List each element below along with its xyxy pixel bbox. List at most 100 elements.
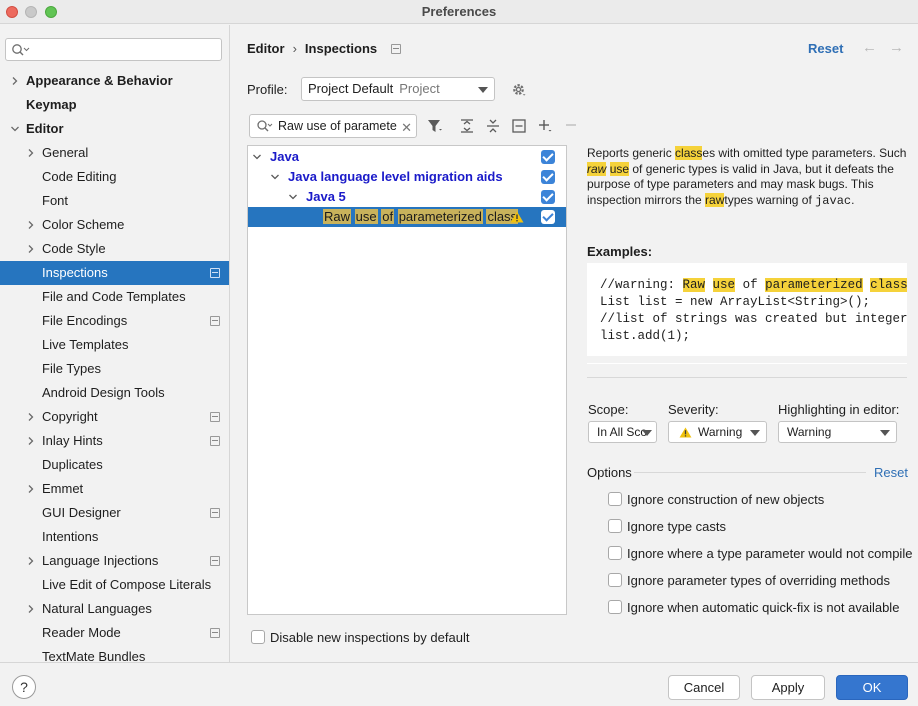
sidebar-item-file-encodings[interactable]: File Encodings: [0, 309, 229, 333]
reset-to-default-icon[interactable]: [511, 118, 527, 134]
breadcrumb-editor[interactable]: Editor: [247, 41, 285, 56]
chevron-right-icon[interactable]: [26, 556, 36, 566]
sidebar-item-natural-languages[interactable]: Natural Languages: [0, 597, 229, 621]
sidebar-item-label: Intentions: [42, 529, 99, 544]
profile-select[interactable]: Project Default Project: [301, 77, 495, 101]
sidebar-item-language-injections[interactable]: Language Injections: [0, 549, 229, 573]
sidebar-item-appearance-behavior[interactable]: Appearance & Behavior: [0, 69, 229, 93]
sidebar-item-label: Reader Mode: [42, 625, 121, 640]
clear-icon[interactable]: ✕: [401, 117, 412, 137]
sidebar-item-label: File Encodings: [42, 313, 128, 328]
breadcrumb: Editor › Inspections: [247, 41, 377, 56]
sidebar-item-gui-designer[interactable]: GUI Designer: [0, 501, 229, 525]
sidebar-item-code-editing[interactable]: Code Editing: [0, 165, 229, 189]
chevron-right-icon[interactable]: [10, 76, 20, 86]
sidebar-item-label: GUI Designer: [42, 505, 121, 520]
chevron-right-icon[interactable]: [26, 604, 36, 614]
sidebar-item-emmet[interactable]: Emmet: [0, 477, 229, 501]
add-icon[interactable]: [537, 118, 553, 134]
cancel-button[interactable]: Cancel: [668, 675, 740, 700]
severity-value: Warning: [698, 425, 743, 439]
sidebar-item-inspections[interactable]: Inspections: [0, 261, 229, 285]
back-arrow-icon[interactable]: ←: [862, 39, 877, 56]
filter-icon[interactable]: [427, 118, 443, 134]
ignore-construction-label: Ignore construction of new objects: [627, 492, 825, 507]
tree-row-raw-use[interactable]: Raw use of parameterized class: [248, 207, 566, 227]
chevron-down-icon: [253, 154, 261, 160]
chevron-right-icon[interactable]: [26, 244, 36, 254]
warning-icon: [510, 211, 524, 223]
description-divider: [587, 377, 907, 378]
severity-select[interactable]: Warning: [668, 421, 767, 443]
sidebar-item-label: Android Design Tools: [42, 385, 165, 400]
sidebar-item-label: Natural Languages: [42, 601, 152, 616]
breadcrumb-separator: ›: [292, 41, 297, 56]
chevron-down-icon[interactable]: [10, 124, 20, 134]
chevron-right-icon[interactable]: [26, 148, 36, 158]
chevron-right-icon[interactable]: [26, 436, 36, 446]
ignore-type-param-compile-checkbox[interactable]: [608, 546, 622, 560]
inspection-filter-input[interactable]: Raw use of paramete ✕: [249, 114, 417, 138]
ignore-no-quickfix-checkbox[interactable]: [608, 600, 622, 614]
sidebar-item-intentions[interactable]: Intentions: [0, 525, 229, 549]
sidebar-item-live-templates[interactable]: Live Templates: [0, 333, 229, 357]
chevron-down-icon: [642, 430, 652, 436]
chevron-right-icon[interactable]: [26, 412, 36, 422]
tree-label-raw-use: Raw use of parameterized class: [323, 209, 519, 224]
sidebar-item-label: Live Edit of Compose Literals: [42, 577, 212, 592]
sidebar-item-duplicates[interactable]: Duplicates: [0, 453, 229, 477]
disable-new-inspections-checkbox[interactable]: [251, 630, 265, 644]
expand-all-icon[interactable]: [459, 118, 475, 134]
gear-icon[interactable]: [511, 82, 526, 97]
sidebar-item-keymap[interactable]: Keymap: [0, 93, 229, 117]
scope-select[interactable]: In All Sco: [588, 421, 657, 443]
breadcrumb-inspections: Inspections: [304, 41, 378, 56]
chevron-right-icon[interactable]: [26, 484, 36, 494]
collapse-all-icon[interactable]: [485, 118, 501, 134]
sidebar-item-file-types[interactable]: File Types: [0, 357, 229, 381]
chevron-right-icon[interactable]: [26, 220, 36, 230]
sidebar-item-android-design-tools[interactable]: Android Design Tools: [0, 381, 229, 405]
tree-row-java5[interactable]: Java 5: [248, 187, 566, 207]
dialog-button-bar: ? Cancel Apply OK: [0, 662, 918, 706]
scope-value: In All Sco: [597, 425, 648, 439]
java5-checkbox[interactable]: [541, 190, 555, 204]
sidebar-item-color-scheme[interactable]: Color Scheme: [0, 213, 229, 237]
tree-row-java[interactable]: Java: [248, 147, 566, 167]
ignore-overriding-methods-checkbox[interactable]: [608, 573, 622, 587]
sidebar-item-textmate-bundles[interactable]: TextMate Bundles: [0, 645, 229, 662]
sidebar-item-font[interactable]: Font: [0, 189, 229, 213]
ok-button[interactable]: OK: [836, 675, 908, 700]
forward-arrow-icon[interactable]: →: [889, 39, 904, 56]
options-reset-link[interactable]: Reset: [874, 465, 908, 480]
ignore-type-casts-checkbox[interactable]: [608, 519, 622, 533]
sidebar-item-label: Appearance & Behavior: [26, 73, 173, 88]
tree-label-java: Java: [270, 149, 299, 164]
tree-row-migration-aids[interactable]: Java language level migration aids: [248, 167, 566, 187]
sidebar-item-general[interactable]: General: [0, 141, 229, 165]
highlighting-select[interactable]: Warning: [778, 421, 897, 443]
apply-button[interactable]: Apply: [751, 675, 825, 700]
sidebar-item-inlay-hints[interactable]: Inlay Hints: [0, 429, 229, 453]
profile-scope: Project: [399, 81, 440, 96]
highlighting-label: Highlighting in editor:: [778, 402, 900, 417]
sidebar-item-live-edit-of-compose-literals[interactable]: Live Edit of Compose Literals: [0, 573, 229, 597]
sidebar-item-reader-mode[interactable]: Reader Mode: [0, 621, 229, 645]
sidebar-item-editor[interactable]: Editor: [0, 117, 229, 141]
java-checkbox[interactable]: [541, 150, 555, 164]
remove-icon[interactable]: [564, 118, 580, 134]
settings-search-input[interactable]: [5, 38, 222, 61]
sidebar-item-label: General: [42, 145, 89, 160]
sidebar-item-copyright[interactable]: Copyright: [0, 405, 229, 429]
raw-use-checkbox[interactable]: [541, 210, 555, 224]
sidebar-item-code-style[interactable]: Code Style: [0, 237, 229, 261]
ignore-construction-checkbox[interactable]: [608, 492, 622, 506]
reset-link[interactable]: Reset: [808, 41, 843, 56]
window-title: Preferences: [421, 4, 497, 19]
chevron-down-icon: [271, 174, 279, 180]
help-button[interactable]: ?: [12, 675, 36, 699]
migration-aids-checkbox[interactable]: [541, 170, 555, 184]
sidebar-item-file-and-code-templates[interactable]: File and Code Templates: [0, 285, 229, 309]
profile-value: Project Default: [308, 81, 394, 96]
title-bar: Preferences: [0, 0, 918, 24]
